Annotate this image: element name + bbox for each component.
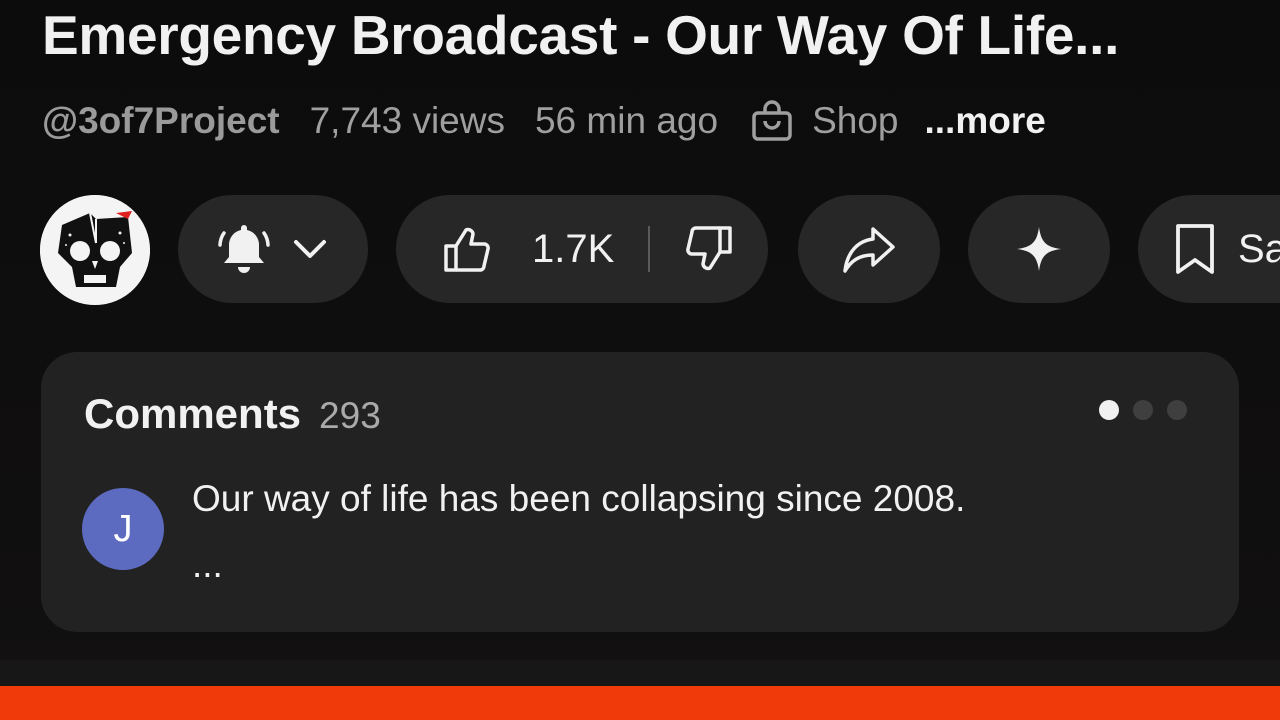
save-label: Save	[1238, 226, 1280, 271]
shopping-bag-icon	[752, 100, 792, 141]
shop-label: Shop	[812, 100, 899, 141]
carousel-pager[interactable]	[1085, 400, 1187, 420]
channel-handle[interactable]: @3of7Project	[42, 100, 280, 142]
video-meta-row: @3of7Project 7,743 views 56 min ago Shop…	[42, 96, 1046, 146]
share-button[interactable]	[798, 195, 940, 303]
skull-logo-icon	[40, 195, 150, 305]
commenter-avatar[interactable]: J	[82, 488, 164, 570]
share-icon	[843, 227, 895, 273]
comments-count: 293	[319, 395, 381, 436]
thumbs-up-icon[interactable]	[440, 222, 494, 276]
save-button[interactable]: Save	[1138, 195, 1280, 303]
pager-dot	[1167, 400, 1187, 420]
sparkle-icon	[1017, 227, 1061, 271]
video-details-page: Emergency Broadcast - Our Way Of Life...…	[0, 0, 1280, 720]
like-count: 1.7K	[532, 226, 615, 271]
bookmark-icon	[1176, 224, 1214, 274]
bottom-accent-bar	[0, 686, 1280, 720]
section-divider	[0, 660, 1280, 686]
notification-bell-button[interactable]	[178, 195, 368, 303]
comments-title: Comments	[84, 390, 302, 437]
shop-link[interactable]: Shop	[748, 97, 898, 145]
view-count: 7,743 views	[309, 100, 505, 141]
bell-icon	[218, 225, 270, 273]
comments-header: Comments 293	[84, 390, 381, 438]
video-title[interactable]: Emergency Broadcast - Our Way Of Life...	[42, 2, 1232, 68]
thumbs-down-icon[interactable]	[682, 222, 736, 276]
chevron-down-icon	[294, 240, 326, 258]
like-divider	[648, 226, 651, 272]
like-dislike-group: 1.7K	[396, 195, 768, 303]
comments-section[interactable]: Comments 293 J Our way of life has been …	[41, 352, 1239, 632]
ask-ai-button[interactable]	[968, 195, 1110, 303]
pager-dot	[1133, 400, 1153, 420]
pager-dot-active	[1099, 400, 1119, 420]
channel-avatar[interactable]	[40, 195, 150, 305]
top-comment-text: Our way of life has been collapsing sinc…	[192, 478, 966, 519]
upload-time: 56 min ago	[534, 100, 719, 141]
comment-continuation: ...	[192, 544, 223, 585]
more-link[interactable]: ...more	[924, 100, 1045, 142]
action-bar: 1.7K Save	[40, 195, 1280, 305]
